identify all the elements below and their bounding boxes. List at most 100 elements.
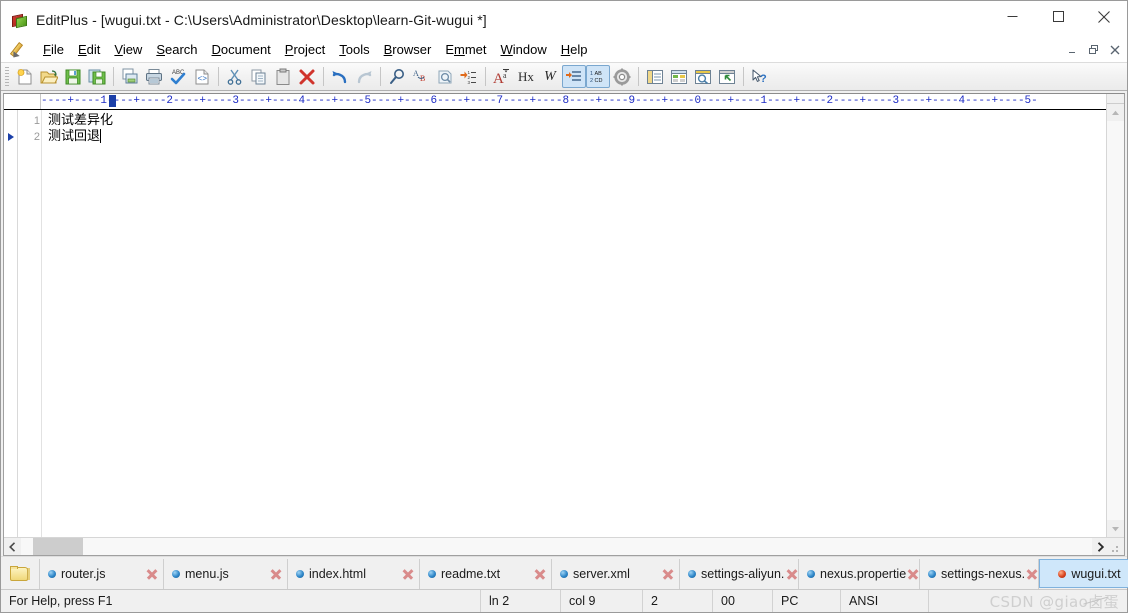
view-in-browser-icon[interactable]: <>	[190, 65, 214, 88]
tab-readme-txt[interactable]: readme.txt	[420, 559, 552, 589]
replace-icon[interactable]: A B	[409, 65, 433, 88]
tab-label: menu.js	[185, 567, 229, 581]
document-selector-icon[interactable]	[667, 65, 691, 88]
mdi-close-button[interactable]	[1104, 41, 1125, 58]
close-tab-icon[interactable]	[907, 568, 919, 580]
menu-tools[interactable]: Tools	[332, 40, 376, 60]
hscroll-track[interactable]	[21, 538, 1092, 555]
toolbar-separator	[638, 67, 639, 86]
tab-settings-nexus[interactable]: settings-nexus.	[920, 559, 1039, 589]
close-button[interactable]	[1081, 1, 1127, 32]
line-numbers-icon[interactable]: 1 2 AB CD	[586, 65, 610, 88]
output-window-icon[interactable]	[691, 65, 715, 88]
text-caret	[100, 129, 102, 143]
new-file-icon[interactable]	[13, 65, 37, 88]
status-line-ending: PC	[773, 590, 841, 612]
close-tab-icon[interactable]	[1026, 568, 1038, 580]
editor-region: ----+----1----+----2----+----3----+----4…	[1, 91, 1127, 556]
paste-icon[interactable]	[271, 65, 295, 88]
scroll-left-button[interactable]	[4, 538, 21, 555]
menu-document[interactable]: Document	[205, 40, 278, 60]
tab-label: nexus.propertie	[820, 567, 907, 581]
bookmark-gutter[interactable]	[4, 110, 18, 537]
bookmark-row[interactable]	[4, 129, 17, 145]
fullscreen-icon[interactable]	[715, 65, 739, 88]
file-type-dot-icon	[172, 570, 180, 578]
scroll-up-button[interactable]	[1107, 104, 1124, 121]
print-preview-icon[interactable]	[118, 65, 142, 88]
tab-label: settings-aliyun.	[701, 567, 785, 581]
print-icon[interactable]	[142, 65, 166, 88]
column-ruler[interactable]: ----+----1----+----2----+----3----+----4…	[41, 94, 1106, 109]
open-file-icon[interactable]	[37, 65, 61, 88]
scroll-right-button[interactable]	[1092, 538, 1109, 555]
status-bar: For Help, press F1 ln 2 col 9 2 00 PC AN…	[1, 589, 1127, 612]
tab-settings-aliyun[interactable]: settings-aliyun.	[680, 559, 799, 589]
scroll-down-button[interactable]	[1107, 520, 1124, 537]
folder-icon[interactable]	[1, 559, 40, 589]
preferences-icon[interactable]	[610, 65, 634, 88]
mdi-minimize-button[interactable]	[1062, 41, 1083, 58]
text-editing-area[interactable]: 1 2 测试差异化 测试回退	[4, 110, 1106, 537]
close-tab-icon[interactable]	[534, 568, 546, 580]
menu-emmet[interactable]: Emmet	[438, 40, 493, 60]
tab-router-js[interactable]: router.js	[40, 559, 164, 589]
tab-server-xml[interactable]: server.xml	[552, 559, 680, 589]
vertical-scrollbar[interactable]	[1106, 94, 1124, 537]
menu-window[interactable]: Window	[494, 40, 554, 60]
tab-label: server.xml	[573, 567, 630, 581]
toolbar-separator	[113, 67, 114, 86]
tab-wugui-txt[interactable]: wugui.txt	[1039, 559, 1128, 588]
tab-menu-js[interactable]: menu.js	[164, 559, 288, 589]
show-spaces-icon[interactable]	[562, 65, 586, 88]
undo-icon[interactable]	[328, 65, 352, 88]
code-line[interactable]: 测试回退	[48, 129, 1106, 145]
redo-icon[interactable]	[352, 65, 376, 88]
save-all-icon[interactable]	[85, 65, 109, 88]
tab-index-html[interactable]: index.html	[288, 559, 420, 589]
save-icon[interactable]	[61, 65, 85, 88]
cut-icon[interactable]	[223, 65, 247, 88]
hex-viewer-icon[interactable]: Hx	[514, 65, 538, 88]
code-line[interactable]: 测试差异化	[48, 113, 1106, 129]
word-wrap-icon[interactable]: W	[538, 65, 562, 88]
maximize-button[interactable]	[1035, 1, 1081, 32]
menu-view[interactable]: View	[107, 40, 149, 60]
context-help-icon[interactable]: ?	[748, 65, 772, 88]
code-content[interactable]: 测试差异化 测试回退	[42, 110, 1106, 537]
close-tab-icon[interactable]	[402, 568, 414, 580]
menu-bar: File Edit View Search Document Project T…	[1, 38, 1127, 62]
close-tab-icon[interactable]	[662, 568, 674, 580]
delete-icon[interactable]	[295, 65, 319, 88]
mdi-restore-button[interactable]	[1083, 41, 1104, 58]
close-tab-icon[interactable]	[786, 568, 798, 580]
close-tab-icon[interactable]	[146, 568, 158, 580]
menu-help[interactable]: Help	[554, 40, 595, 60]
spell-check-icon[interactable]: ABC	[166, 65, 190, 88]
toolbar-grip[interactable]	[5, 67, 9, 86]
copy-icon[interactable]	[247, 65, 271, 88]
tab-nexus-properties[interactable]: nexus.propertie	[799, 559, 920, 589]
find-in-files-icon[interactable]	[433, 65, 457, 88]
resize-grip[interactable]	[1109, 538, 1124, 555]
menu-edit[interactable]: Edit	[71, 40, 107, 60]
menu-file[interactable]: File	[36, 40, 71, 60]
minimize-button[interactable]	[989, 1, 1035, 32]
ruler-gutter-pad	[4, 94, 41, 109]
menu-browser[interactable]: Browser	[377, 40, 439, 60]
close-tab-icon[interactable]	[270, 568, 282, 580]
menu-search[interactable]: Search	[149, 40, 204, 60]
pencil-icon	[9, 41, 30, 60]
bookmark-row[interactable]	[4, 113, 17, 129]
hscroll-thumb[interactable]	[33, 538, 83, 555]
vscroll-track[interactable]	[1107, 121, 1124, 520]
find-icon[interactable]	[385, 65, 409, 88]
directory-window-icon[interactable]	[643, 65, 667, 88]
horizontal-scrollbar[interactable]	[4, 537, 1124, 555]
line-number: 1	[33, 115, 40, 127]
menu-project[interactable]: Project	[278, 40, 332, 60]
svg-text:1: 1	[590, 71, 593, 77]
goto-line-icon[interactable]: 1 2 3	[457, 65, 481, 88]
font-icon[interactable]: A a	[490, 65, 514, 88]
ruler-scale-text: ----+----1----+----2----+----3----+----4…	[41, 95, 1038, 107]
